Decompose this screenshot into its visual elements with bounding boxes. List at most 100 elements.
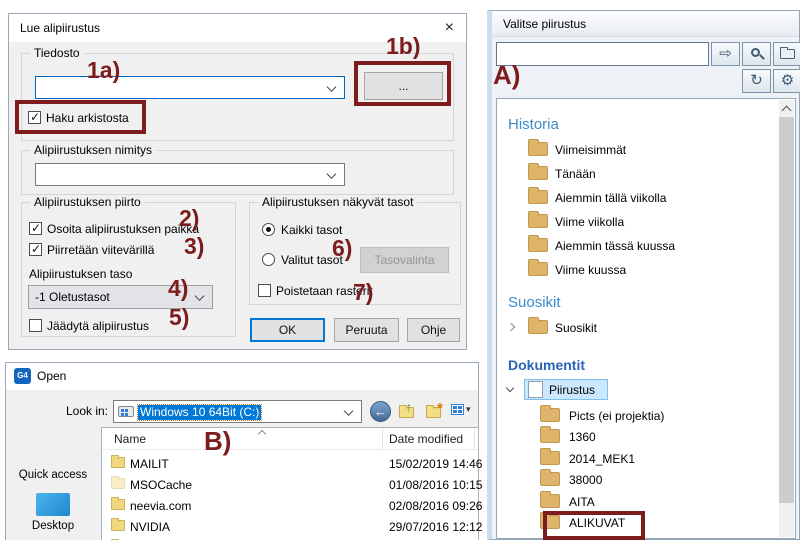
- chevron-down-icon[interactable]: [506, 384, 514, 392]
- tree-item[interactable]: Aiemmin tällä viikolla: [497, 189, 795, 207]
- look-in-label: Look in:: [53, 404, 108, 419]
- annotation-6: 6): [332, 236, 352, 260]
- annotation-2: 2): [179, 206, 199, 230]
- refresh-icon: ↻: [750, 72, 763, 89]
- rasterit-checkbox[interactable]: [258, 284, 271, 297]
- lue-dialog-title: Lue alipiirustus: [20, 21, 100, 35]
- viitevari-label: Piirretään viitevärillä: [47, 243, 154, 258]
- tree-item[interactable]: Viime viikolla: [497, 213, 795, 231]
- valitut-tasot-radio[interactable]: [262, 253, 275, 266]
- close-icon[interactable]: ×: [445, 14, 454, 42]
- scrollbar-thumb[interactable]: [779, 117, 794, 503]
- browse-folder-button[interactable]: [773, 42, 800, 66]
- search-input[interactable]: [496, 42, 709, 66]
- desktop-icon: [36, 493, 70, 516]
- annotation-1b: 1b): [386, 34, 421, 58]
- tree-item[interactable]: Picts (ei projektia): [497, 407, 795, 425]
- tree-item-label: 1360: [569, 429, 596, 445]
- new-folder-button[interactable]: *: [424, 401, 446, 422]
- tree-item-label: Viimeisimmät: [555, 142, 626, 158]
- tree-scrollbar[interactable]: [779, 100, 794, 537]
- viitevari-checkbox[interactable]: [29, 243, 42, 256]
- tree-item-label: Aiemmin tällä viikolla: [555, 190, 666, 206]
- search-button[interactable]: [742, 42, 771, 66]
- taso-value: -1 Oletustasot: [35, 290, 110, 305]
- file-combobox[interactable]: [35, 76, 345, 99]
- back-icon: ←: [374, 404, 387, 419]
- up-arrow-icon: ↑: [406, 401, 412, 413]
- annotation-B: B): [204, 429, 231, 453]
- scroll-up-icon[interactable]: [779, 100, 794, 116]
- folder-icon: [540, 429, 560, 443]
- file-row[interactable]: MAILIT 15/02/2019 14:46: [102, 453, 478, 474]
- place-label: Desktop: [6, 520, 100, 532]
- sort-ascending-icon: [258, 430, 266, 438]
- go-button[interactable]: ⇨: [711, 42, 740, 66]
- drawing-tree: Historia Viimeisimmät Tänään Aiemmin täl…: [496, 98, 796, 539]
- folder-icon: [528, 320, 548, 334]
- file-name: MSOCache: [130, 478, 192, 493]
- jaadyta-checkbox[interactable]: [29, 319, 42, 332]
- tree-item-selected[interactable]: Piirustus: [497, 381, 795, 399]
- tree-item[interactable]: 1360: [497, 428, 795, 446]
- osoita-paikka-checkbox[interactable]: [29, 222, 42, 235]
- annotation-1a: 1a): [87, 58, 120, 82]
- file-row[interactable]: MSOCache 01/08/2016 10:15: [102, 474, 478, 495]
- tree-item[interactable]: AITA: [497, 493, 795, 511]
- tree-item-label: Aiemmin tässä kuussa: [555, 238, 675, 254]
- annotation-7: 7): [353, 280, 373, 304]
- cancel-button[interactable]: Peruuta: [334, 318, 399, 342]
- view-menu-button[interactable]: ▾: [451, 403, 477, 421]
- tree-item[interactable]: Tänään: [497, 165, 795, 183]
- up-one-level-button[interactable]: ↑: [397, 401, 419, 422]
- annotation-4: 4): [168, 276, 188, 300]
- tree-item-label: Suosikit: [555, 320, 597, 336]
- search-icon: [751, 48, 760, 57]
- tree-item[interactable]: Aiemmin tässä kuussa: [497, 237, 795, 255]
- tree-item[interactable]: 2014_MEK1: [497, 450, 795, 468]
- open-dialog: G4 Open Look in: Windows 10 64Bit (C:) ←…: [5, 362, 479, 540]
- nimitys-combobox[interactable]: [35, 163, 345, 186]
- historia-heading: Historia: [508, 116, 559, 133]
- file-list: Name Date modified MAILIT 15/02/2019 14:…: [101, 427, 479, 540]
- folder-icon: [528, 190, 548, 204]
- sparkle-icon: *: [437, 403, 443, 415]
- look-in-combobox[interactable]: Windows 10 64Bit (C:): [113, 400, 362, 423]
- file-date: 02/08/2016 09:26: [389, 499, 482, 514]
- back-button[interactable]: ←: [370, 401, 391, 422]
- piirto-group-label: Alipiirustuksen piirto: [30, 195, 145, 210]
- tree-item[interactable]: Viimeisimmät: [497, 141, 795, 159]
- tree-item-label: AITA: [569, 494, 595, 510]
- folder-icon: [528, 262, 548, 276]
- place-label: Quick access: [6, 469, 100, 481]
- tree-item[interactable]: ALIKUVAT: [497, 514, 795, 532]
- settings-button[interactable]: ⚙: [773, 69, 800, 93]
- refresh-button[interactable]: ↻: [742, 69, 771, 93]
- column-name[interactable]: Name: [114, 432, 146, 447]
- column-divider[interactable]: [382, 428, 383, 449]
- file-date: 01/08/2016 10:15: [389, 478, 482, 493]
- file-name: NVIDIA: [130, 520, 170, 535]
- column-date-modified[interactable]: Date modified: [389, 432, 463, 447]
- chevron-down-icon: [344, 406, 354, 416]
- ok-button[interactable]: OK: [250, 318, 325, 342]
- tree-item[interactable]: Viime kuussa: [497, 261, 795, 279]
- panel-title: Valitse piirustus: [503, 17, 586, 31]
- folder-icon: [111, 457, 125, 468]
- file-row[interactable]: NVIDIA 29/07/2016 12:12: [102, 516, 478, 537]
- kaikki-tasot-radio[interactable]: [262, 223, 275, 236]
- annotation-5: 5): [169, 305, 189, 329]
- folder-icon: [528, 238, 548, 252]
- help-button[interactable]: Ohje: [407, 318, 460, 342]
- tree-item-label: Viime viikolla: [555, 214, 624, 230]
- panel-titlebar: Valitse piirustus: [492, 11, 799, 37]
- tree-item-label: Viime kuussa: [555, 262, 626, 278]
- chevron-down-icon: [195, 291, 205, 301]
- column-divider[interactable]: [474, 428, 475, 449]
- tree-item[interactable]: Suosikit: [497, 319, 795, 337]
- file-row[interactable]: neevia.com 02/08/2016 09:26: [102, 495, 478, 516]
- chevron-right-icon[interactable]: [507, 323, 515, 331]
- folder-icon: [111, 520, 125, 531]
- tree-item[interactable]: 38000: [497, 471, 795, 489]
- suosikit-heading: Suosikit: [508, 294, 561, 311]
